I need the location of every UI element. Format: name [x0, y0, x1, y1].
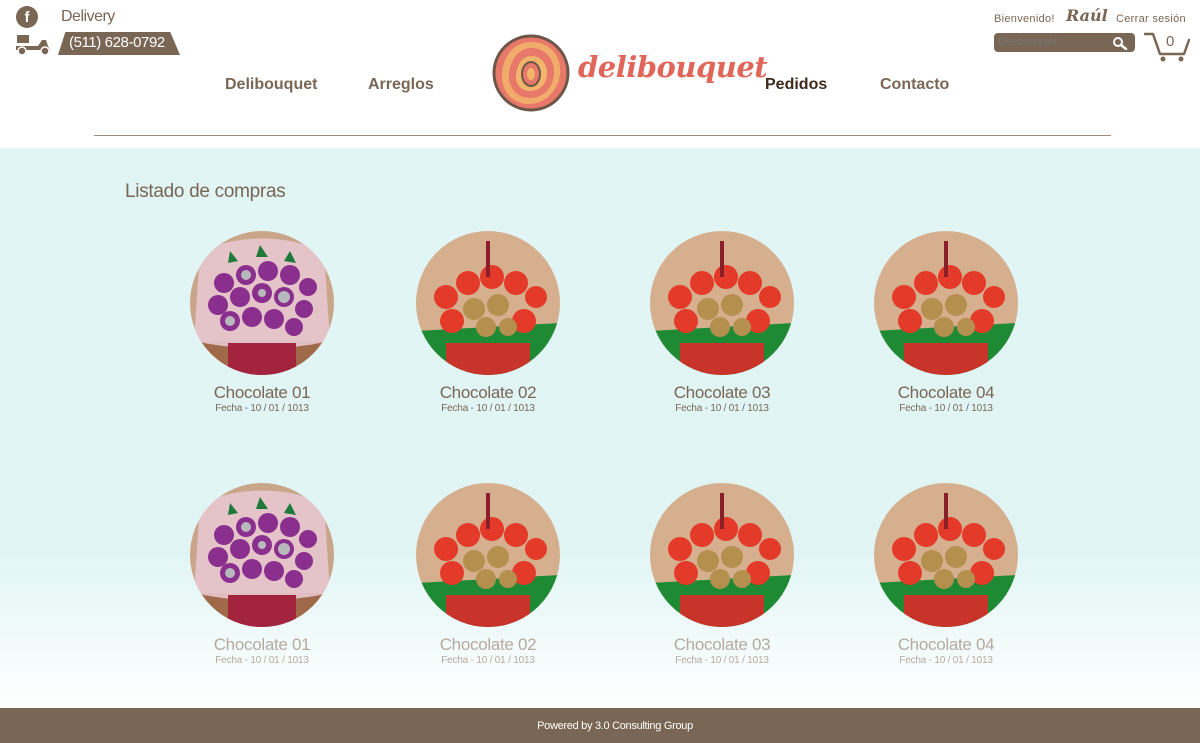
search-icon[interactable] [1112, 36, 1128, 50]
product-name[interactable]: Chocolate 02 [383, 635, 593, 655]
product-image[interactable] [874, 483, 1018, 627]
product-image[interactable] [650, 483, 794, 627]
product-image[interactable] [874, 231, 1018, 375]
purchase-date: Fecha - 10 / 01 / 1013 [441, 655, 535, 666]
purchase-date: Fecha - 10 / 01 / 1013 [215, 655, 309, 666]
purchase-date: Fecha - 10 / 01 / 1013 [215, 403, 309, 414]
delivery-label: Delivery [61, 8, 115, 25]
rose-logo-icon[interactable] [492, 34, 570, 112]
nav-arreglos[interactable]: Arreglos [368, 76, 434, 94]
purchase-card[interactable]: Chocolate 01 Fecha - 10 / 01 / 1013 [157, 483, 367, 673]
purchase-date: Fecha - 10 / 01 / 1013 [675, 403, 769, 414]
search-input[interactable] [996, 34, 1106, 50]
main-content: Listado de compras Chocolate 01 Fecha - … [0, 148, 1200, 708]
cart-count: 0 [1166, 33, 1175, 50]
purchase-date: Fecha - 10 / 01 / 1013 [675, 655, 769, 666]
purchase-card[interactable]: Chocolate 03 Fecha - 10 / 01 / 1013 [617, 231, 827, 421]
product-image[interactable] [416, 483, 560, 627]
nav-pedidos[interactable]: Pedidos [765, 76, 827, 94]
site-footer: Powered by 3.0 Consulting Group [0, 708, 1200, 743]
purchase-card[interactable]: Chocolate 01 Fecha - 10 / 01 / 1013 [157, 231, 367, 421]
purchase-card[interactable]: Chocolate 04 Fecha - 10 / 01 / 1013 [841, 483, 1051, 673]
product-name[interactable]: Chocolate 03 [617, 635, 827, 655]
header-divider [94, 135, 1111, 136]
purchase-card[interactable]: Chocolate 04 Fecha - 10 / 01 / 1013 [841, 231, 1051, 421]
purchase-date: Fecha - 10 / 01 / 1013 [899, 403, 993, 414]
user-name[interactable]: Raúl [1066, 6, 1108, 25]
nav-contacto[interactable]: Contacto [880, 76, 949, 94]
footer-credit: Powered by 3.0 Consulting Group [537, 720, 693, 732]
product-name[interactable]: Chocolate 01 [157, 383, 367, 403]
purchase-card[interactable]: Chocolate 02 Fecha - 10 / 01 / 1013 [383, 231, 593, 421]
purchase-date: Fecha - 10 / 01 / 1013 [899, 655, 993, 666]
product-image[interactable] [416, 231, 560, 375]
purchase-card[interactable]: Chocolate 02 Fecha - 10 / 01 / 1013 [383, 483, 593, 673]
page-title: Listado de compras [125, 181, 286, 202]
site-header: f Delivery (511) 628-0792 Delibouquet Ar… [0, 0, 1200, 148]
product-name[interactable]: Chocolate 01 [157, 635, 367, 655]
purchase-date: Fecha - 10 / 01 / 1013 [441, 403, 535, 414]
phone-number: (511) 628-0792 [69, 34, 165, 51]
facebook-icon[interactable]: f [16, 6, 38, 28]
nav-delibouquet[interactable]: Delibouquet [225, 76, 317, 94]
product-image[interactable] [190, 231, 334, 375]
scooter-icon [16, 35, 50, 56]
product-name[interactable]: Chocolate 02 [383, 383, 593, 403]
purchase-card[interactable]: Chocolate 03 Fecha - 10 / 01 / 1013 [617, 483, 827, 673]
logout-link[interactable]: Cerrar sesión [1116, 13, 1186, 25]
product-image[interactable] [190, 483, 334, 627]
product-image[interactable] [650, 231, 794, 375]
product-name[interactable]: Chocolate 04 [841, 383, 1051, 403]
welcome-label: Bienvenido! [994, 13, 1055, 25]
product-name[interactable]: Chocolate 03 [617, 383, 827, 403]
logo-text[interactable]: delibouquet [578, 50, 768, 84]
product-name[interactable]: Chocolate 04 [841, 635, 1051, 655]
